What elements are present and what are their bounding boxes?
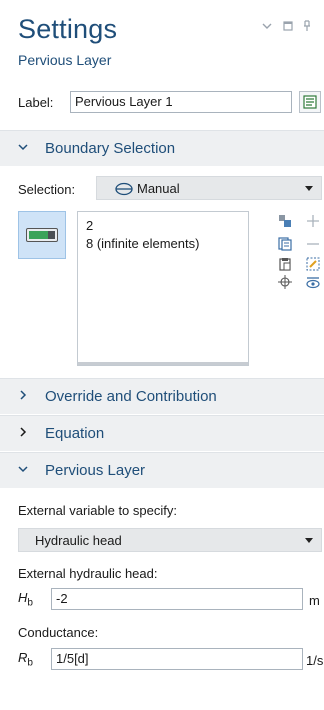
- manual-selection-icon: [115, 182, 133, 196]
- section-title: Pervious Layer: [45, 462, 146, 479]
- dropdown-arrow-icon: [305, 538, 313, 543]
- selection-dropdown[interactable]: Manual: [96, 176, 322, 200]
- conductance-symbol: Rb: [18, 650, 33, 669]
- cond-symbol-main: R: [18, 650, 28, 665]
- clipboard-icon[interactable]: [277, 256, 293, 272]
- toggle-icon: [26, 228, 58, 242]
- chevron-right-icon: [20, 390, 27, 400]
- external-variable-value: Hydraulic head: [35, 533, 122, 548]
- head-field[interactable]: [51, 588, 303, 610]
- copy-selection-icon[interactable]: [277, 236, 293, 252]
- chevron-right-icon: [20, 427, 27, 437]
- page-subtitle: Pervious Layer: [18, 52, 112, 68]
- section-title: Boundary Selection: [45, 140, 176, 157]
- pin-icon[interactable]: [303, 20, 311, 32]
- label-input[interactable]: [75, 94, 287, 109]
- clear-selection-icon[interactable]: [305, 256, 321, 272]
- section-equation[interactable]: Equation: [0, 415, 324, 451]
- selection-value: Manual: [137, 181, 180, 196]
- head-symbol-main: H: [18, 590, 28, 605]
- head-symbol-sub: b: [27, 597, 33, 609]
- paste-selection-icon[interactable]: [277, 213, 293, 229]
- notes-icon: [303, 95, 317, 109]
- listbox-resize-handle[interactable]: [78, 362, 248, 365]
- add-icon[interactable]: [305, 213, 321, 229]
- head-symbol: Hb: [18, 590, 33, 609]
- list-item[interactable]: 2: [86, 218, 93, 233]
- remove-icon[interactable]: [305, 236, 321, 252]
- label-edit-button[interactable]: [299, 91, 321, 113]
- section-override-contribution[interactable]: Override and Contribution: [0, 378, 324, 414]
- section-pervious-layer[interactable]: Pervious Layer: [0, 452, 324, 488]
- section-title: Override and Contribution: [45, 388, 217, 405]
- page-title: Settings: [18, 14, 118, 44]
- section-boundary-selection[interactable]: Boundary Selection: [0, 130, 324, 166]
- zoom-to-selection-icon[interactable]: [277, 274, 293, 290]
- chevron-down-icon: [18, 466, 28, 473]
- label-caption: Label:: [18, 95, 54, 110]
- cond-symbol-sub: b: [27, 657, 33, 669]
- external-variable-dropdown[interactable]: Hydraulic head: [18, 528, 322, 552]
- show-selection-icon[interactable]: [305, 274, 321, 290]
- active-toggle-button[interactable]: [18, 211, 66, 259]
- selection-caption: Selection:: [18, 182, 76, 197]
- conductance-input[interactable]: [56, 651, 298, 666]
- restore-icon[interactable]: [283, 21, 293, 31]
- selection-listbox[interactable]: 2 8 (infinite elements): [77, 211, 249, 366]
- list-item[interactable]: 8 (infinite elements): [86, 236, 199, 251]
- conductance-label: Conductance:: [18, 625, 99, 640]
- chevron-down-icon: [18, 144, 28, 151]
- head-label: External hydraulic head:: [18, 566, 158, 581]
- section-title: Equation: [45, 425, 105, 442]
- head-input[interactable]: [56, 591, 298, 606]
- conductance-field[interactable]: [51, 648, 303, 670]
- external-variable-label: External variable to specify:: [18, 503, 177, 518]
- dropdown-arrow-icon: [305, 186, 313, 191]
- conductance-unit: 1/s: [306, 653, 324, 668]
- head-unit: m: [309, 593, 320, 608]
- chevron-down-icon[interactable]: [262, 22, 272, 30]
- label-field[interactable]: [70, 91, 292, 113]
